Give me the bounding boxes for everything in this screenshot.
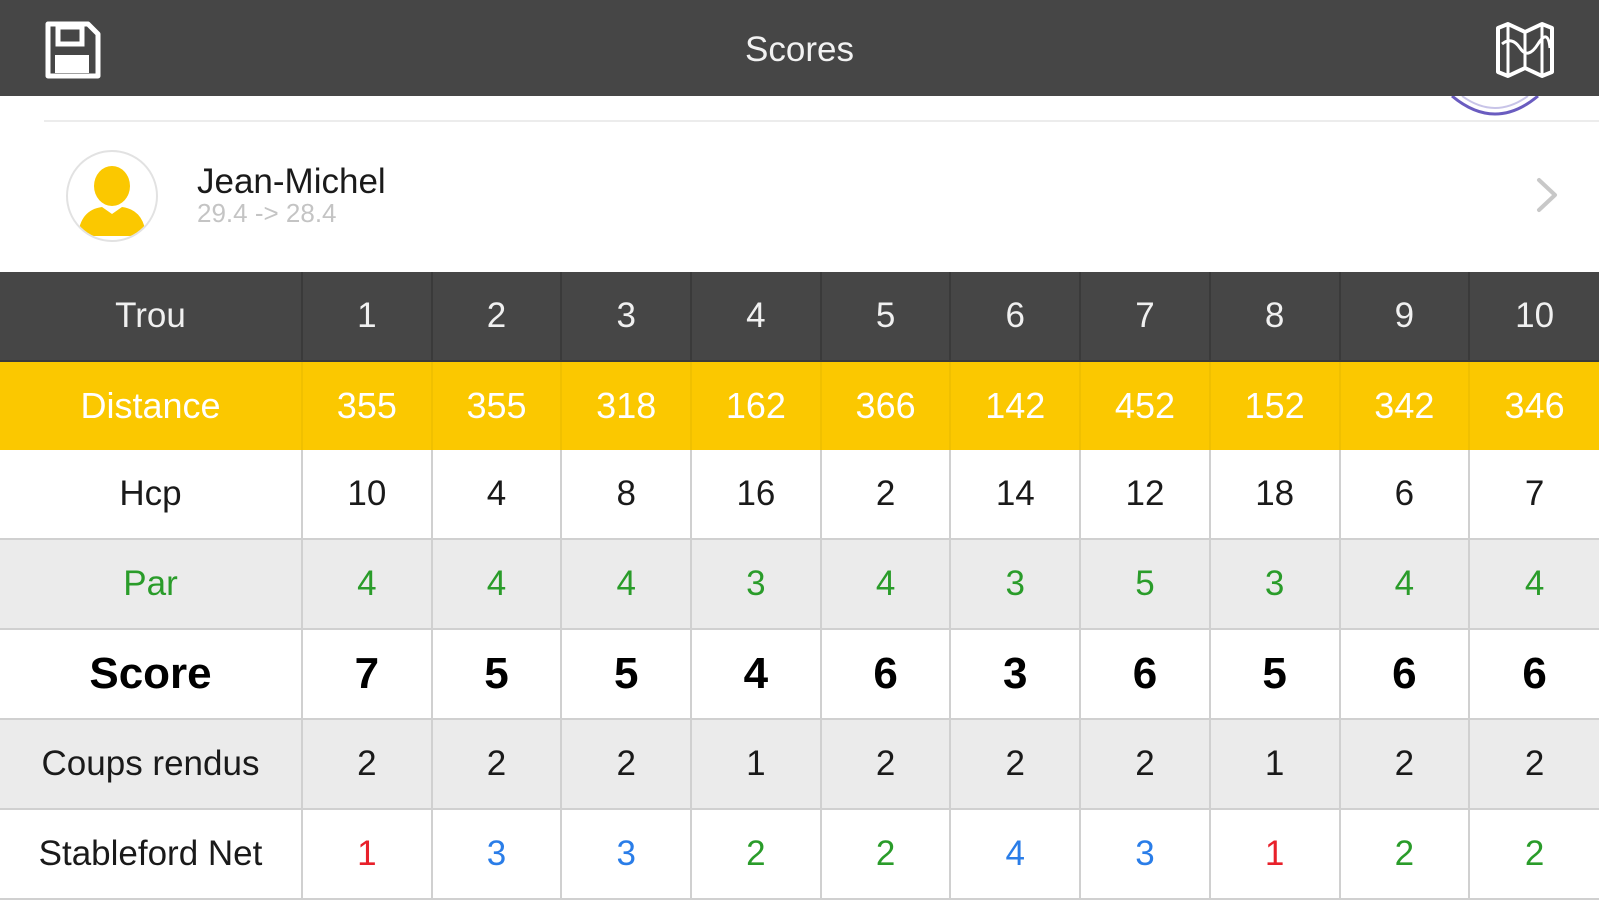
hcp-cell: 12 <box>1079 450 1210 540</box>
distance-row: Distance 355 355 318 162 366 142 452 152… <box>0 361 1599 450</box>
hole-number: 10 <box>1468 272 1599 362</box>
score-cell[interactable]: 5 <box>1208 629 1340 720</box>
distance-cell: 318 <box>560 361 692 450</box>
stableford-cell: 2 <box>690 809 821 900</box>
strokes-received-label: Coups rendus <box>0 719 302 810</box>
strokes-received-cell: 2 <box>949 719 1081 810</box>
hcp-cell: 4 <box>430 450 562 540</box>
score-cell[interactable]: 5 <box>560 629 692 720</box>
stableford-row: Stableford Net 1 3 3 2 2 4 3 1 2 2 <box>0 809 1599 900</box>
score-cell[interactable]: 6 <box>1079 629 1210 720</box>
stableford-cell: 4 <box>949 809 1081 900</box>
score-cell[interactable]: 4 <box>690 629 821 720</box>
hole-label: Trou <box>0 272 302 362</box>
stableford-cell: 1 <box>301 809 432 900</box>
par-cell: 3 <box>1208 539 1340 630</box>
par-cell: 4 <box>1338 539 1470 630</box>
hole-number: 6 <box>949 272 1081 362</box>
par-cell: 3 <box>690 539 821 630</box>
strokes-received-cell: 1 <box>1208 719 1340 810</box>
par-cell: 4 <box>1468 539 1599 630</box>
chevron-right-icon <box>1537 178 1557 212</box>
course-map-button[interactable] <box>1490 18 1560 82</box>
par-label: Par <box>0 539 302 630</box>
strokes-received-cell: 2 <box>1079 719 1210 810</box>
strokes-received-cell: 1 <box>690 719 821 810</box>
player-name: Jean-Michel <box>197 162 386 201</box>
par-cell: 4 <box>560 539 692 630</box>
user-avatar-icon <box>66 150 158 242</box>
stableford-cell: 3 <box>430 809 562 900</box>
distance-cell: 346 <box>1468 361 1599 450</box>
strokes-received-cell: 2 <box>1468 719 1599 810</box>
score-cell[interactable]: 3 <box>949 629 1081 720</box>
course-logo-icon <box>1496 22 1554 78</box>
hcp-cell: 6 <box>1338 450 1470 540</box>
score-label: Score <box>0 629 302 720</box>
hcp-cell: 10 <box>301 450 432 540</box>
player-row[interactable]: Jean-Michel 29.4 -> 28.4 <box>0 122 1599 272</box>
par-cell: 3 <box>949 539 1081 630</box>
score-row: Score 7 5 5 4 6 3 6 5 6 6 <box>0 629 1599 720</box>
distance-cell: 342 <box>1338 361 1470 450</box>
player-handicap-change: 29.4 -> 28.4 <box>197 198 337 228</box>
score-cell[interactable]: 6 <box>1338 629 1470 720</box>
hole-number: 1 <box>301 272 432 362</box>
distance-cell: 355 <box>301 361 432 450</box>
hole-number: 7 <box>1079 272 1210 362</box>
hcp-cell: 7 <box>1468 450 1599 540</box>
par-cell: 4 <box>430 539 562 630</box>
stableford-cell: 3 <box>1079 809 1210 900</box>
score-cell[interactable]: 7 <box>301 629 432 720</box>
hole-number: 3 <box>560 272 692 362</box>
scorecard-table: Trou 1 2 3 4 5 6 7 8 9 10 Distance 355 3… <box>0 272 1599 900</box>
par-cell: 5 <box>1079 539 1210 630</box>
hcp-cell: 2 <box>819 450 951 540</box>
stableford-cell: 2 <box>1468 809 1599 900</box>
stableford-cell: 2 <box>1338 809 1470 900</box>
score-cell[interactable]: 5 <box>430 629 562 720</box>
par-row: Par 4 4 4 3 4 3 5 3 4 4 <box>0 539 1599 630</box>
distance-cell: 452 <box>1079 361 1210 450</box>
distance-cell: 355 <box>430 361 562 450</box>
score-cell[interactable]: 6 <box>1468 629 1599 720</box>
hole-number: 5 <box>819 272 951 362</box>
par-cell: 4 <box>301 539 432 630</box>
strokes-received-cell: 2 <box>301 719 432 810</box>
stableford-cell: 2 <box>819 809 951 900</box>
hole-number: 2 <box>430 272 562 362</box>
distance-cell: 366 <box>819 361 951 450</box>
hcp-row: Hcp 10 4 8 16 2 14 12 18 6 7 <box>0 450 1599 540</box>
stableford-cell: 3 <box>560 809 692 900</box>
hcp-label: Hcp <box>0 450 302 540</box>
club-logo <box>1440 96 1550 116</box>
hole-number: 8 <box>1208 272 1340 362</box>
hole-row: Trou 1 2 3 4 5 6 7 8 9 10 <box>0 272 1599 362</box>
strokes-received-row: Coups rendus 2 2 2 1 2 2 2 1 2 2 <box>0 719 1599 810</box>
hcp-cell: 16 <box>690 450 821 540</box>
stableford-cell: 1 <box>1208 809 1340 900</box>
score-cell[interactable]: 6 <box>819 629 951 720</box>
page-title: Scores <box>745 30 854 69</box>
hcp-cell: 8 <box>560 450 692 540</box>
navigation-bar: Scores <box>0 0 1599 96</box>
distance-label: Distance <box>0 361 302 450</box>
strokes-received-cell: 2 <box>819 719 951 810</box>
hcp-cell: 14 <box>949 450 1081 540</box>
distance-cell: 142 <box>949 361 1081 450</box>
strokes-received-cell: 2 <box>1338 719 1470 810</box>
hcp-cell: 18 <box>1208 450 1340 540</box>
hole-number: 9 <box>1338 272 1470 362</box>
par-cell: 4 <box>819 539 951 630</box>
stableford-label: Stableford Net <box>0 809 302 900</box>
hole-number: 4 <box>690 272 821 362</box>
strokes-received-cell: 2 <box>560 719 692 810</box>
distance-cell: 152 <box>1208 361 1340 450</box>
strokes-received-cell: 2 <box>430 719 562 810</box>
distance-cell: 162 <box>690 361 821 450</box>
